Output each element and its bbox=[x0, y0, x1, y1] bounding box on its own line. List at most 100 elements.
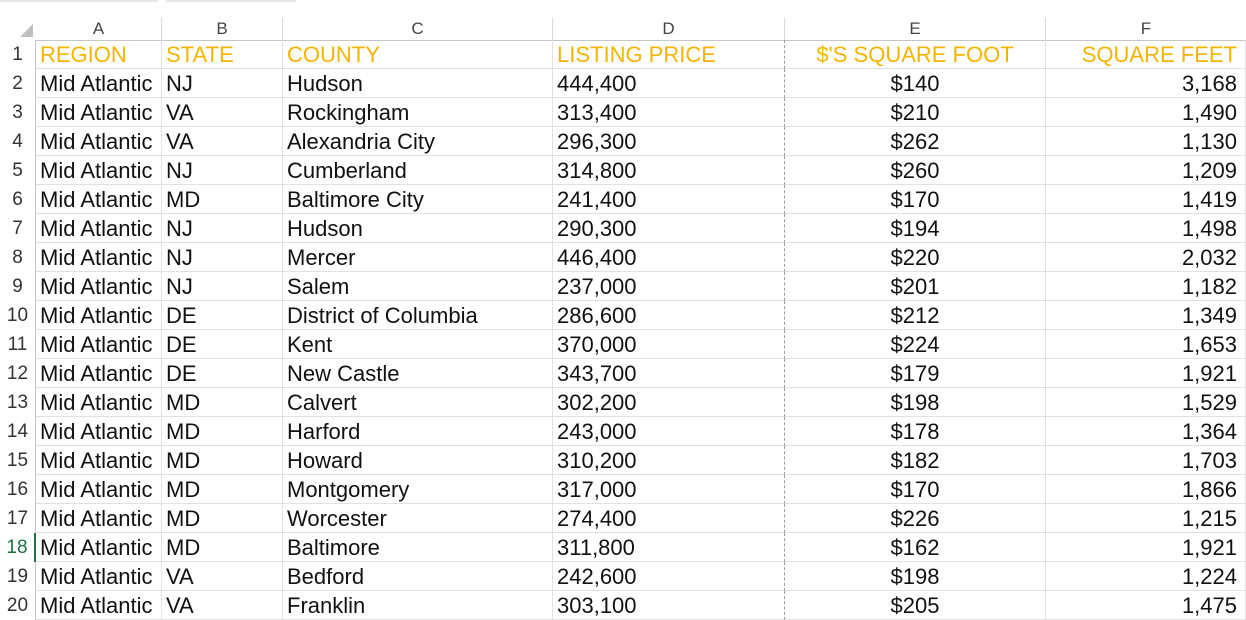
cell-listing-price[interactable]: 310,200 bbox=[553, 446, 785, 475]
cell-region[interactable]: Mid Atlantic bbox=[36, 272, 162, 301]
cell-price-per-sqft[interactable]: $205 bbox=[785, 591, 1046, 620]
cell-region[interactable]: Mid Atlantic bbox=[36, 185, 162, 214]
column-header-f[interactable]: F bbox=[1046, 18, 1246, 40]
column-header-d[interactable]: D bbox=[553, 18, 785, 40]
column-header-c[interactable]: C bbox=[283, 18, 553, 40]
cell-listing-price[interactable]: 274,400 bbox=[553, 504, 785, 533]
cell-region[interactable]: Mid Atlantic bbox=[36, 98, 162, 127]
cell-square-feet[interactable]: 1,498 bbox=[1046, 214, 1246, 243]
cell-state[interactable]: VA bbox=[162, 98, 283, 127]
cell-square-feet[interactable]: 1,182 bbox=[1046, 272, 1246, 301]
cell-price-per-sqft[interactable]: $179 bbox=[785, 359, 1046, 388]
cell-state[interactable]: NJ bbox=[162, 243, 283, 272]
cell-region[interactable]: Mid Atlantic bbox=[36, 243, 162, 272]
cell-price-per-sqft[interactable]: $210 bbox=[785, 98, 1046, 127]
row-number[interactable]: 11 bbox=[0, 330, 36, 359]
row-number[interactable]: 17 bbox=[0, 504, 36, 533]
cell-price-per-sqft[interactable]: $224 bbox=[785, 330, 1046, 359]
header-cell-county[interactable]: COUNTY bbox=[283, 40, 553, 69]
row-number[interactable]: 13 bbox=[0, 388, 36, 417]
cell-listing-price[interactable]: 243,000 bbox=[553, 417, 785, 446]
cell-listing-price[interactable]: 237,000 bbox=[553, 272, 785, 301]
cell-region[interactable]: Mid Atlantic bbox=[36, 475, 162, 504]
cell-region[interactable]: Mid Atlantic bbox=[36, 330, 162, 359]
row-number[interactable]: 2 bbox=[0, 69, 36, 98]
cell-listing-price[interactable]: 286,600 bbox=[553, 301, 785, 330]
header-cell-state[interactable]: STATE bbox=[162, 40, 283, 69]
cell-square-feet[interactable]: 1,215 bbox=[1046, 504, 1246, 533]
cell-price-per-sqft[interactable]: $170 bbox=[785, 185, 1046, 214]
cell-region[interactable]: Mid Atlantic bbox=[36, 127, 162, 156]
cell-price-per-sqft[interactable]: $262 bbox=[785, 127, 1046, 156]
column-header-a[interactable]: A bbox=[36, 18, 162, 40]
row-number[interactable]: 4 bbox=[0, 127, 36, 156]
row-number[interactable]: 19 bbox=[0, 562, 36, 591]
cell-listing-price[interactable]: 296,300 bbox=[553, 127, 785, 156]
cell-county[interactable]: Baltimore City bbox=[283, 185, 553, 214]
cell-county[interactable]: Alexandria City bbox=[283, 127, 553, 156]
cell-square-feet[interactable]: 1,921 bbox=[1046, 533, 1246, 562]
cell-county[interactable]: Cumberland bbox=[283, 156, 553, 185]
cell-county[interactable]: Franklin bbox=[283, 591, 553, 620]
cell-state[interactable]: MD bbox=[162, 185, 283, 214]
cell-square-feet[interactable]: 1,529 bbox=[1046, 388, 1246, 417]
row-number[interactable]: 18 bbox=[0, 533, 36, 562]
cell-county[interactable]: New Castle bbox=[283, 359, 553, 388]
select-all-button[interactable] bbox=[0, 18, 36, 40]
cell-state[interactable]: DE bbox=[162, 359, 283, 388]
cell-region[interactable]: Mid Atlantic bbox=[36, 359, 162, 388]
cell-square-feet[interactable]: 1,419 bbox=[1046, 185, 1246, 214]
cell-square-feet[interactable]: 1,224 bbox=[1046, 562, 1246, 591]
cell-listing-price[interactable]: 302,200 bbox=[553, 388, 785, 417]
cell-square-feet[interactable]: 2,032 bbox=[1046, 243, 1246, 272]
cell-square-feet[interactable]: 1,866 bbox=[1046, 475, 1246, 504]
row-number[interactable]: 20 bbox=[0, 591, 36, 620]
cell-region[interactable]: Mid Atlantic bbox=[36, 388, 162, 417]
cell-region[interactable]: Mid Atlantic bbox=[36, 504, 162, 533]
cell-square-feet[interactable]: 3,168 bbox=[1046, 69, 1246, 98]
cell-listing-price[interactable]: 290,300 bbox=[553, 214, 785, 243]
cell-state[interactable]: NJ bbox=[162, 214, 283, 243]
cell-county[interactable]: Bedford bbox=[283, 562, 553, 591]
cell-region[interactable]: Mid Atlantic bbox=[36, 446, 162, 475]
cell-square-feet[interactable]: 1,209 bbox=[1046, 156, 1246, 185]
cell-county[interactable]: Montgomery bbox=[283, 475, 553, 504]
cell-listing-price[interactable]: 313,400 bbox=[553, 98, 785, 127]
cell-price-per-sqft[interactable]: $194 bbox=[785, 214, 1046, 243]
row-number[interactable]: 5 bbox=[0, 156, 36, 185]
cell-region[interactable]: Mid Atlantic bbox=[36, 562, 162, 591]
cell-price-per-sqft[interactable]: $182 bbox=[785, 446, 1046, 475]
cell-price-per-sqft[interactable]: $198 bbox=[785, 388, 1046, 417]
cell-square-feet[interactable]: 1,921 bbox=[1046, 359, 1246, 388]
cell-region[interactable]: Mid Atlantic bbox=[36, 533, 162, 562]
cell-county[interactable]: Calvert bbox=[283, 388, 553, 417]
row-number[interactable]: 3 bbox=[0, 98, 36, 127]
cell-price-per-sqft[interactable]: $162 bbox=[785, 533, 1046, 562]
column-header-b[interactable]: B bbox=[162, 18, 283, 40]
row-number[interactable]: 16 bbox=[0, 475, 36, 504]
cell-price-per-sqft[interactable]: $170 bbox=[785, 475, 1046, 504]
cell-region[interactable]: Mid Atlantic bbox=[36, 591, 162, 620]
cell-listing-price[interactable]: 343,700 bbox=[553, 359, 785, 388]
cell-state[interactable]: MD bbox=[162, 446, 283, 475]
cell-region[interactable]: Mid Atlantic bbox=[36, 69, 162, 98]
cell-state[interactable]: VA bbox=[162, 562, 283, 591]
cell-square-feet[interactable]: 1,703 bbox=[1046, 446, 1246, 475]
row-number[interactable]: 14 bbox=[0, 417, 36, 446]
cell-state[interactable]: MD bbox=[162, 533, 283, 562]
cell-state[interactable]: MD bbox=[162, 475, 283, 504]
cell-listing-price[interactable]: 311,800 bbox=[553, 533, 785, 562]
cell-state[interactable]: MD bbox=[162, 388, 283, 417]
row-number[interactable]: 9 bbox=[0, 272, 36, 301]
cell-price-per-sqft[interactable]: $212 bbox=[785, 301, 1046, 330]
cell-listing-price[interactable]: 241,400 bbox=[553, 185, 785, 214]
row-number[interactable]: 7 bbox=[0, 214, 36, 243]
cell-region[interactable]: Mid Atlantic bbox=[36, 156, 162, 185]
cell-price-per-sqft[interactable]: $226 bbox=[785, 504, 1046, 533]
cell-state[interactable]: MD bbox=[162, 417, 283, 446]
row-number[interactable]: 12 bbox=[0, 359, 36, 388]
cell-state[interactable]: VA bbox=[162, 591, 283, 620]
cell-county[interactable]: Hudson bbox=[283, 69, 553, 98]
cell-region[interactable]: Mid Atlantic bbox=[36, 417, 162, 446]
cell-listing-price[interactable]: 317,000 bbox=[553, 475, 785, 504]
